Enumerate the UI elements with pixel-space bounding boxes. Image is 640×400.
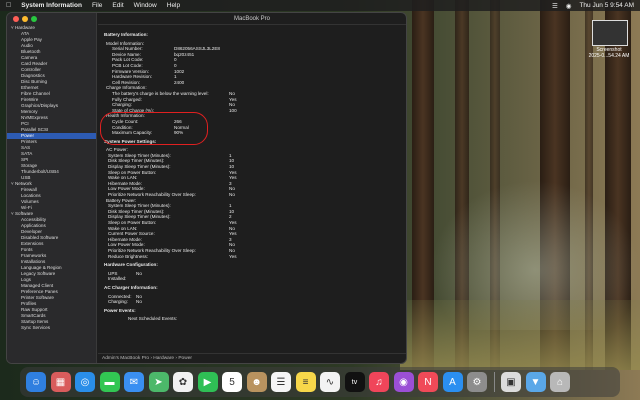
close-button[interactable] [13, 16, 19, 22]
apple-menu-icon[interactable]:  [6, 2, 11, 9]
safari-icon[interactable]: ◎ [75, 372, 95, 392]
row-value: No [136, 299, 142, 305]
report-row: Reduce Brightness: Yes [104, 254, 404, 260]
menu-edit[interactable]: Edit [112, 2, 123, 9]
section-heading: Battery Information: [104, 32, 148, 37]
tv-icon[interactable]: tv [344, 372, 365, 392]
sidebar: ˅ Hardware ATA Apple Pay Audio Bluetooth Came… [7, 13, 97, 363]
row-key: Reduce Brightness: [108, 253, 149, 259]
calendar-icon[interactable]: 5 [222, 372, 242, 392]
system-settings-icon[interactable]: ⚙ [467, 372, 487, 392]
category-tree: ˅ Hardware ATA Apple Pay Audio Bluetooth Came… [7, 25, 96, 331]
launchpad-icon[interactable]: ▦ [50, 372, 71, 392]
thumbnail-subtitle: 2025-0...54.24 AM [588, 53, 630, 59]
facetime-icon[interactable]: ▶ [197, 372, 218, 392]
app-menu[interactable]: System Information [21, 2, 82, 9]
menu-help[interactable]: Help [167, 2, 180, 9]
report-row: Charging: No [104, 299, 404, 305]
power-report: Battery Information: Model Information: Se… [104, 29, 404, 351]
row-value: No [229, 192, 235, 198]
downloads-folder-icon[interactable]: ▼ [525, 372, 546, 392]
row-key: UPS Installed: [108, 270, 127, 282]
wifi-icon[interactable]: ☰ [552, 2, 558, 10]
zoom-button[interactable] [31, 16, 37, 22]
screenshot-thumbnail-label: Screenshot 2025-0...54.24 AM [578, 47, 640, 59]
window-title: MacBook Pro [98, 13, 406, 25]
section-heading: Power Events: [104, 307, 136, 313]
photos-icon[interactable]: ✿ [173, 372, 193, 392]
podcasts-icon[interactable]: ◉ [393, 372, 414, 392]
row-value: 100 [229, 107, 237, 113]
reminders-icon[interactable]: ☰ [271, 372, 291, 392]
dock: ☺ ▦ ◎ ▬ ✉ ➤ ✿ ▶ 5 ☻ ☰ ≡ ∿ tv ♫ ◉ N A ⚙ ▣ ▼ ⌂ [20, 367, 620, 397]
subsection-heading: Next Scheduled Events: [128, 316, 178, 322]
control-center-icon[interactable]: ◉ [566, 2, 572, 10]
dock-separator [493, 372, 495, 392]
maps-icon[interactable]: ➤ [148, 372, 169, 392]
path-bar: Admin's MacBook Pro › Hardware › Power [98, 353, 406, 363]
clock[interactable]: Thu Jun 5 9:54 AM [579, 2, 634, 9]
system-information-window: ˅ Hardware ATA Apple Pay Audio Bluetooth Came… [6, 12, 407, 364]
row-value: Yes [229, 253, 237, 259]
app-store-icon[interactable]: A [442, 372, 463, 392]
section-heading: Hardware Configuration: [104, 262, 158, 268]
health-information-highlight [100, 112, 208, 145]
contacts-icon[interactable]: ☻ [246, 372, 267, 392]
finder-icon[interactable]: ☺ [26, 372, 46, 392]
row-value: No [136, 270, 142, 276]
row-key: Prioritize Network Reachability Over Sle… [108, 192, 196, 198]
menu-file[interactable]: File [92, 2, 102, 9]
menu-bar:  System Information File Edit Window He… [0, 0, 640, 11]
trash-icon[interactable]: ⌂ [550, 372, 570, 392]
notes-icon[interactable]: ≡ [295, 372, 316, 392]
messages-icon[interactable]: ▬ [99, 372, 120, 392]
report-pane: MacBook Pro Battery Information: Model In… [98, 13, 406, 363]
preview-icon[interactable]: ▣ [501, 372, 521, 392]
screenshot-thumbnail[interactable] [592, 20, 628, 46]
sidebar-item[interactable]: Sync Services [7, 325, 96, 331]
row-value: bq20z451 [174, 51, 195, 57]
minimize-button[interactable] [22, 16, 28, 22]
row-value: 2400 [174, 79, 185, 85]
mail-icon[interactable]: ✉ [124, 372, 144, 392]
report-row: UPS Installed: No [104, 271, 404, 282]
menu-window[interactable]: Window [134, 2, 157, 9]
section-heading: AC Charger Information: [104, 284, 158, 290]
news-icon[interactable]: N [418, 372, 438, 392]
row-key: Charging: [108, 299, 128, 305]
freeform-icon[interactable]: ∿ [320, 372, 340, 392]
music-icon[interactable]: ♫ [369, 372, 389, 392]
